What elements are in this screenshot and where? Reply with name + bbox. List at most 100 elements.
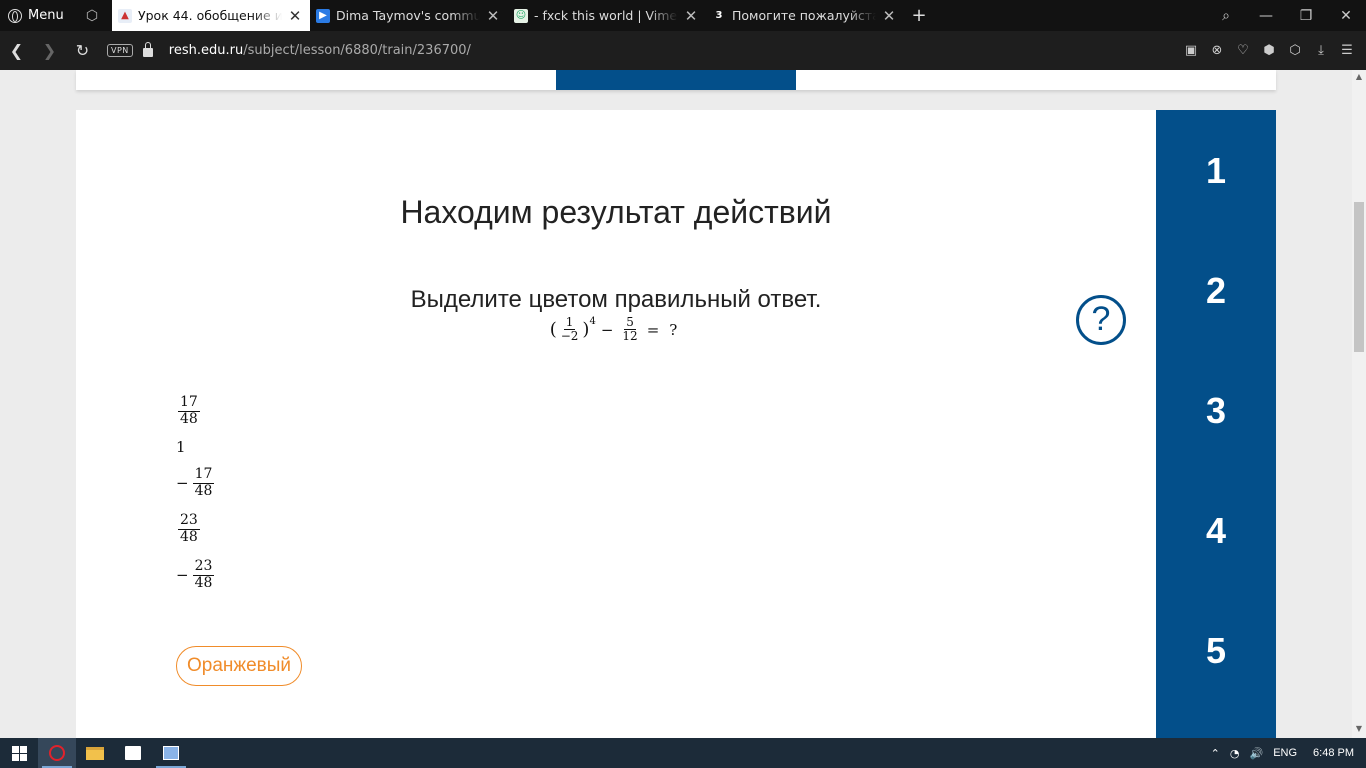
equation-equals: = <box>646 320 660 339</box>
orange-color-button[interactable]: Оранжевый <box>176 646 303 686</box>
equation-question: ? <box>669 320 678 339</box>
instruction-text: Выделите цветом правильный ответ. <box>410 286 822 313</box>
equation-paren-open: ( <box>549 319 557 341</box>
fraction-numerator: 23 <box>178 512 200 530</box>
close-tab-icon[interactable]: ✕ <box>882 7 896 25</box>
answer-sign: − <box>176 474 189 492</box>
close-tab-icon[interactable]: ✕ <box>486 7 500 25</box>
opera-menu-button[interactable]: Menu <box>0 0 72 31</box>
tray-chevron-icon[interactable]: ⌃ <box>1211 747 1220 760</box>
answer-option[interactable]: 23 48 <box>176 506 216 552</box>
answer-option[interactable]: 17 48 <box>176 388 216 434</box>
windows-start-icon[interactable] <box>0 738 38 768</box>
reload-icon[interactable]: ↻ <box>66 41 99 60</box>
back-icon[interactable]: ❮ <box>0 41 33 60</box>
step-navigation: 1 2 3 4 5 <box>1156 110 1276 738</box>
windows-taskbar: ⌃ ◔ 🔊 ENG 6:48 PM <box>0 738 1366 768</box>
header-card <box>76 70 1276 90</box>
fraction-denominator: 48 <box>180 528 198 545</box>
volume-icon[interactable]: 🔊 <box>1249 747 1263 760</box>
equation-exponent: 4 <box>589 316 596 328</box>
scroll-up-icon[interactable]: ▲ <box>1352 72 1366 81</box>
page-scrollbar[interactable]: ▲ ▼ <box>1352 70 1366 738</box>
close-tab-icon[interactable]: ✕ <box>684 7 698 25</box>
equation-minus: − <box>600 320 614 339</box>
tab-title: - fxck this world | VimeTop <box>534 8 678 23</box>
url-host: resh.edu.ru <box>168 43 244 58</box>
fraction-denominator: 12 <box>622 329 638 344</box>
answer-fraction: 17 48 <box>178 394 200 427</box>
cube-icon[interactable]: ⬢ <box>1256 43 1282 58</box>
app-window-icon[interactable] <box>152 738 190 768</box>
scrollbar-thumb[interactable] <box>1354 202 1364 352</box>
resh-favicon-icon: ▲ <box>118 8 132 23</box>
restore-icon[interactable]: ❐ <box>1286 8 1326 24</box>
answer-option[interactable]: 1 <box>176 434 216 460</box>
cat-favicon-icon: ☺ <box>514 8 528 23</box>
fraction-numerator: 17 <box>178 394 200 412</box>
header-active-segment <box>556 70 796 90</box>
gamepad-icon[interactable]: ⬡ <box>72 0 112 31</box>
easy-setup-icon[interactable]: ☰ <box>1334 43 1360 58</box>
menu-label: Menu <box>28 8 64 23</box>
tab-title: Урок 44. обобщение и сис <box>138 8 282 23</box>
fraction-numerator: 5 <box>624 315 636 331</box>
browser-tab-znanija[interactable]: 3 Помогите пожалуйста, не ✕ <box>706 0 904 31</box>
opera-logo-icon <box>8 8 22 23</box>
answer-fraction: 23 48 <box>192 558 215 591</box>
vpn-badge[interactable]: VPN <box>107 44 133 57</box>
equation: ( 1 −2 ) 4 − 5 12 = ? <box>76 315 1156 344</box>
store-icon[interactable] <box>114 738 152 768</box>
scroll-down-icon[interactable]: ▼ <box>1352 724 1366 733</box>
fraction-denominator: 48 <box>194 574 213 591</box>
exercise-card: Находим результат действий Выделите цвет… <box>76 110 1276 738</box>
url-field[interactable]: resh.edu.ru/subject/lesson/6880/train/23… <box>169 43 471 58</box>
window-controls: ⌕ — ❐ ✕ <box>1206 0 1366 31</box>
lock-icon[interactable] <box>142 42 153 57</box>
close-tab-icon[interactable]: ✕ <box>288 7 302 25</box>
step-1[interactable]: 1 <box>1156 150 1276 192</box>
address-bar: ❮ ❯ ↻ VPN resh.edu.ru/subject/lesson/688… <box>0 31 1366 70</box>
clock[interactable]: 6:48 PM <box>1313 747 1354 759</box>
fraction-numerator: 17 <box>192 466 215 484</box>
url-path: /subject/lesson/6880/train/236700/ <box>243 43 471 58</box>
answer-fraction: 17 48 <box>192 466 215 499</box>
tab-badge: 3 <box>715 10 723 21</box>
opera-taskbar-icon[interactable] <box>38 738 76 768</box>
browser-tab-lesson[interactable]: ▲ Урок 44. обобщение и сис ✕ <box>112 0 310 31</box>
heart-icon[interactable]: ♡ <box>1230 43 1256 58</box>
answer-option[interactable]: − 17 48 <box>176 460 216 506</box>
step-5[interactable]: 5 <box>1156 630 1276 672</box>
step-4[interactable]: 4 <box>1156 510 1276 552</box>
help-button[interactable]: ? <box>1076 295 1126 345</box>
tab-title: Помогите пожалуйста, не <box>732 8 876 23</box>
fraction-denominator: −2 <box>560 329 579 344</box>
equation-fraction-2: 5 12 <box>620 315 639 344</box>
adblock-icon[interactable]: ⊗ <box>1204 43 1230 58</box>
new-tab-button[interactable]: + <box>904 0 934 31</box>
equation-paren-close: ) <box>582 319 590 341</box>
browser-tab-vimetop[interactable]: ☺ - fxck this world | VimeTop ✕ <box>508 0 706 31</box>
browser-tab-strip: Menu ⬡ ▲ Урок 44. обобщение и сис ✕ ▶ Di… <box>0 0 1366 31</box>
page-content: Находим результат действий Выделите цвет… <box>0 70 1352 738</box>
equation-fraction-1: 1 −2 <box>559 315 581 344</box>
file-explorer-icon[interactable] <box>76 738 114 768</box>
answer-option[interactable]: − 23 48 <box>176 552 216 598</box>
forward-icon[interactable]: ❯ <box>33 41 66 60</box>
system-tray: ⌃ ◔ 🔊 ENG 6:48 PM <box>1211 747 1366 760</box>
close-window-icon[interactable]: ✕ <box>1326 8 1366 24</box>
answer-options: 17 48 1 − 17 48 23 48 − 23 48 <box>176 388 216 598</box>
step-3[interactable]: 3 <box>1156 390 1276 432</box>
language-indicator[interactable]: ENG <box>1273 747 1297 759</box>
network-icon[interactable]: ◔ <box>1230 747 1240 760</box>
step-2[interactable]: 2 <box>1156 270 1276 312</box>
box-icon[interactable]: ⬡ <box>1282 43 1308 58</box>
browser-tab-vk[interactable]: ▶ Dima Taymov's communitie ✕ <box>310 0 508 31</box>
minimize-icon[interactable]: — <box>1246 8 1286 24</box>
fraction-denominator: 48 <box>180 410 198 427</box>
fraction-numerator: 23 <box>192 558 215 576</box>
search-tabs-icon[interactable]: ⌕ <box>1206 8 1246 24</box>
answer-fraction: 23 48 <box>178 512 200 545</box>
camera-icon[interactable]: ▣ <box>1178 43 1204 58</box>
download-icon[interactable]: ⤓ <box>1308 43 1334 58</box>
